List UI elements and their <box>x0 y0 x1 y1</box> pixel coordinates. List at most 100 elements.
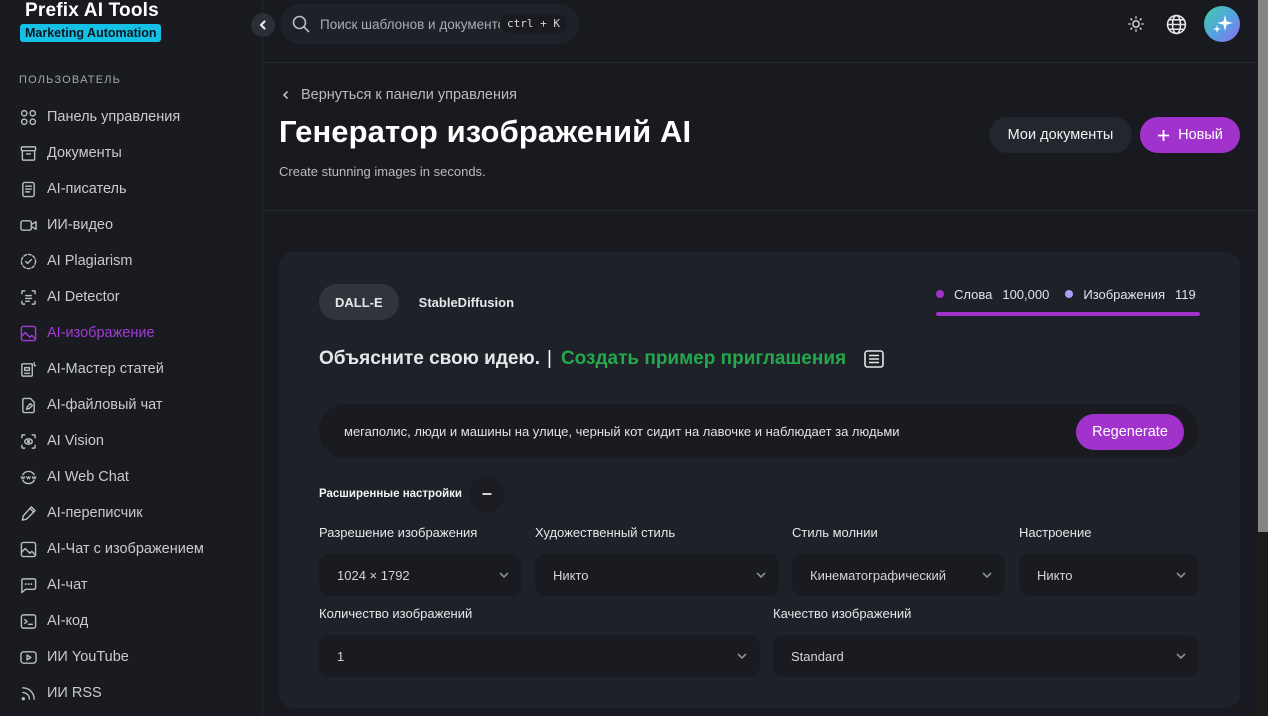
image-quality-select[interactable]: Standard <box>773 635 1199 677</box>
language-button[interactable] <box>1163 11 1189 37</box>
sidebar-item-label: AI-Чат с изображением <box>47 541 204 557</box>
lighting-style-label: Стиль молнии <box>792 525 878 540</box>
globe-icon <box>1166 14 1186 34</box>
advanced-settings-label: Расширенные настройки <box>319 488 463 500</box>
article-wizard-icon <box>19 360 37 378</box>
art-style-select[interactable]: Никто <box>535 554 779 596</box>
sidebar-item-label: AI Plagiarism <box>47 253 133 269</box>
sidebar-item-ai-article-wizard[interactable]: AI-Мастер статей <box>19 351 229 387</box>
sidebar-item-ai-web-chat[interactable]: AI Web Chat <box>19 459 229 495</box>
sidebar-item-label: Панель управления <box>47 109 181 125</box>
lighting-style-select[interactable]: Кинематографический <box>792 554 1005 596</box>
sidebar-item-label: AI Vision <box>47 433 104 449</box>
sidebar-item-label: AI-переписчик <box>47 505 143 521</box>
idea-label: Объясните свою идею. <box>319 348 540 369</box>
image-quality-label: Качество изображений <box>773 606 912 621</box>
art-style-field: Художественный стиль Никто <box>535 525 779 596</box>
my-documents-button[interactable]: Мои документы <box>989 117 1132 153</box>
prompt-field: Regenerate <box>319 404 1199 458</box>
sidebar-item-label: AI-чат <box>47 577 88 593</box>
engine-tabs: DALL-E StableDiffusion <box>319 284 530 320</box>
header-divider <box>263 62 1256 63</box>
video-icon <box>19 216 37 234</box>
image-count-select[interactable]: 1 <box>319 635 760 677</box>
back-link-label: Вернуться к панели управления <box>301 87 517 103</box>
theme-toggle-button[interactable] <box>1123 11 1149 37</box>
collapse-sidebar-button[interactable] <box>251 13 275 37</box>
terminal-icon <box>19 612 37 630</box>
chevron-left-icon <box>282 90 289 100</box>
idea-heading: Объясните свою идею. | Создать пример пр… <box>319 348 884 370</box>
archive-icon <box>19 144 37 162</box>
sidebar-item-ai-chat[interactable]: AI-чат <box>19 567 229 603</box>
search-shortcut-badge: ctrl + K <box>500 14 567 33</box>
section-divider <box>263 210 1256 211</box>
search-icon <box>292 15 310 33</box>
sidebar-item-ai-code[interactable]: AI-код <box>19 603 229 639</box>
youtube-icon <box>19 648 37 666</box>
sidebar-item-ai-image[interactable]: AI-изображение <box>19 315 229 351</box>
sidebar-item-ai-youtube[interactable]: ИИ YouTube <box>19 639 229 675</box>
pencil-icon <box>19 504 37 522</box>
back-to-dashboard-link[interactable]: Вернуться к панели управления <box>280 87 517 103</box>
brand-logo[interactable]: Prefix AI Tools Marketing Automation <box>20 0 180 42</box>
images-legend-dot <box>1065 290 1074 298</box>
sidebar-item-ai-rewriter[interactable]: AI-переписчик <box>19 495 229 531</box>
idea-separator: | <box>547 348 552 369</box>
images-label: Изображения <box>1083 286 1166 302</box>
plus-icon <box>1158 129 1170 141</box>
chevron-down-icon <box>1176 572 1186 579</box>
sidebar-item-ai-writer[interactable]: AI-писатель <box>19 171 229 207</box>
generate-sample-prompt-link[interactable]: Создать пример приглашения <box>561 348 846 370</box>
sidebar-item-label: Документы <box>47 145 122 161</box>
resolution-select[interactable]: 1024 × 1792 <box>319 554 522 596</box>
art-style-value: Никто <box>553 567 589 583</box>
sidebar-item-ai-detector[interactable]: AI Detector <box>19 279 229 315</box>
usage-progress-bar <box>936 312 1200 316</box>
lighting-style-field: Стиль молнии Кинематографический <box>792 525 1005 596</box>
chevron-left-icon <box>259 20 266 30</box>
sidebar-item-documents[interactable]: Документы <box>19 135 229 171</box>
sidebar-nav: Панель управления Документы AI-писатель … <box>19 99 229 711</box>
new-button-label: Новый <box>1178 127 1223 143</box>
sidebar-section-label: ПОЛЬЗОВАТЕЛЬ <box>19 74 122 86</box>
sparkles-icon <box>1213 15 1233 33</box>
search-bar[interactable]: ctrl + K <box>280 4 579 44</box>
sidebar-item-dashboard[interactable]: Панель управления <box>19 99 229 135</box>
sidebar: Prefix AI Tools Marketing Automation ПОЛ… <box>0 0 235 716</box>
mood-select[interactable]: Никто <box>1019 554 1199 596</box>
file-edit-icon <box>19 396 37 414</box>
tab-stable-diffusion[interactable]: StableDiffusion <box>413 284 530 320</box>
mood-label: Настроение <box>1019 525 1092 540</box>
new-button[interactable]: Новый <box>1140 117 1240 153</box>
page-scrollbar-thumb[interactable] <box>1258 0 1268 532</box>
regenerate-button[interactable]: Regenerate <box>1076 414 1184 450</box>
sidebar-item-ai-vision[interactable]: AI Vision <box>19 423 229 459</box>
prompt-input[interactable] <box>344 421 1044 441</box>
scan-text-icon <box>19 288 37 306</box>
user-avatar[interactable] <box>1204 6 1240 42</box>
circle-check-icon <box>19 252 37 270</box>
sidebar-item-ai-video[interactable]: ИИ-видео <box>19 207 229 243</box>
sidebar-divider <box>262 0 263 716</box>
scan-eye-icon <box>19 432 37 450</box>
prompt-library-icon[interactable] <box>864 350 884 368</box>
sidebar-item-ai-file-chat[interactable]: AI-файловый чат <box>19 387 229 423</box>
art-style-label: Художественный стиль <box>535 525 676 540</box>
sidebar-item-label: AI-писатель <box>47 181 127 197</box>
lighting-style-value: Кинематографический <box>810 567 947 583</box>
advanced-settings-toggle[interactable] <box>469 476 506 512</box>
sidebar-item-ai-image-chat[interactable]: AI-Чат с изображением <box>19 531 229 567</box>
search-input[interactable] <box>320 14 500 34</box>
www-globe-icon <box>19 468 37 486</box>
page-title: Генератор изображений AI <box>279 114 692 149</box>
sidebar-item-ai-plagiarism[interactable]: AI Plagiarism <box>19 243 229 279</box>
words-value: 100,000 <box>1002 286 1050 302</box>
image-icon <box>19 324 37 342</box>
rss-icon <box>19 684 37 702</box>
sidebar-item-label: AI Detector <box>47 289 120 305</box>
tab-dall-e[interactable]: DALL-E <box>319 284 399 320</box>
minus-icon <box>482 493 492 495</box>
sidebar-item-ai-rss[interactable]: ИИ RSS <box>19 675 229 711</box>
mood-field: Настроение Никто <box>1019 525 1199 596</box>
